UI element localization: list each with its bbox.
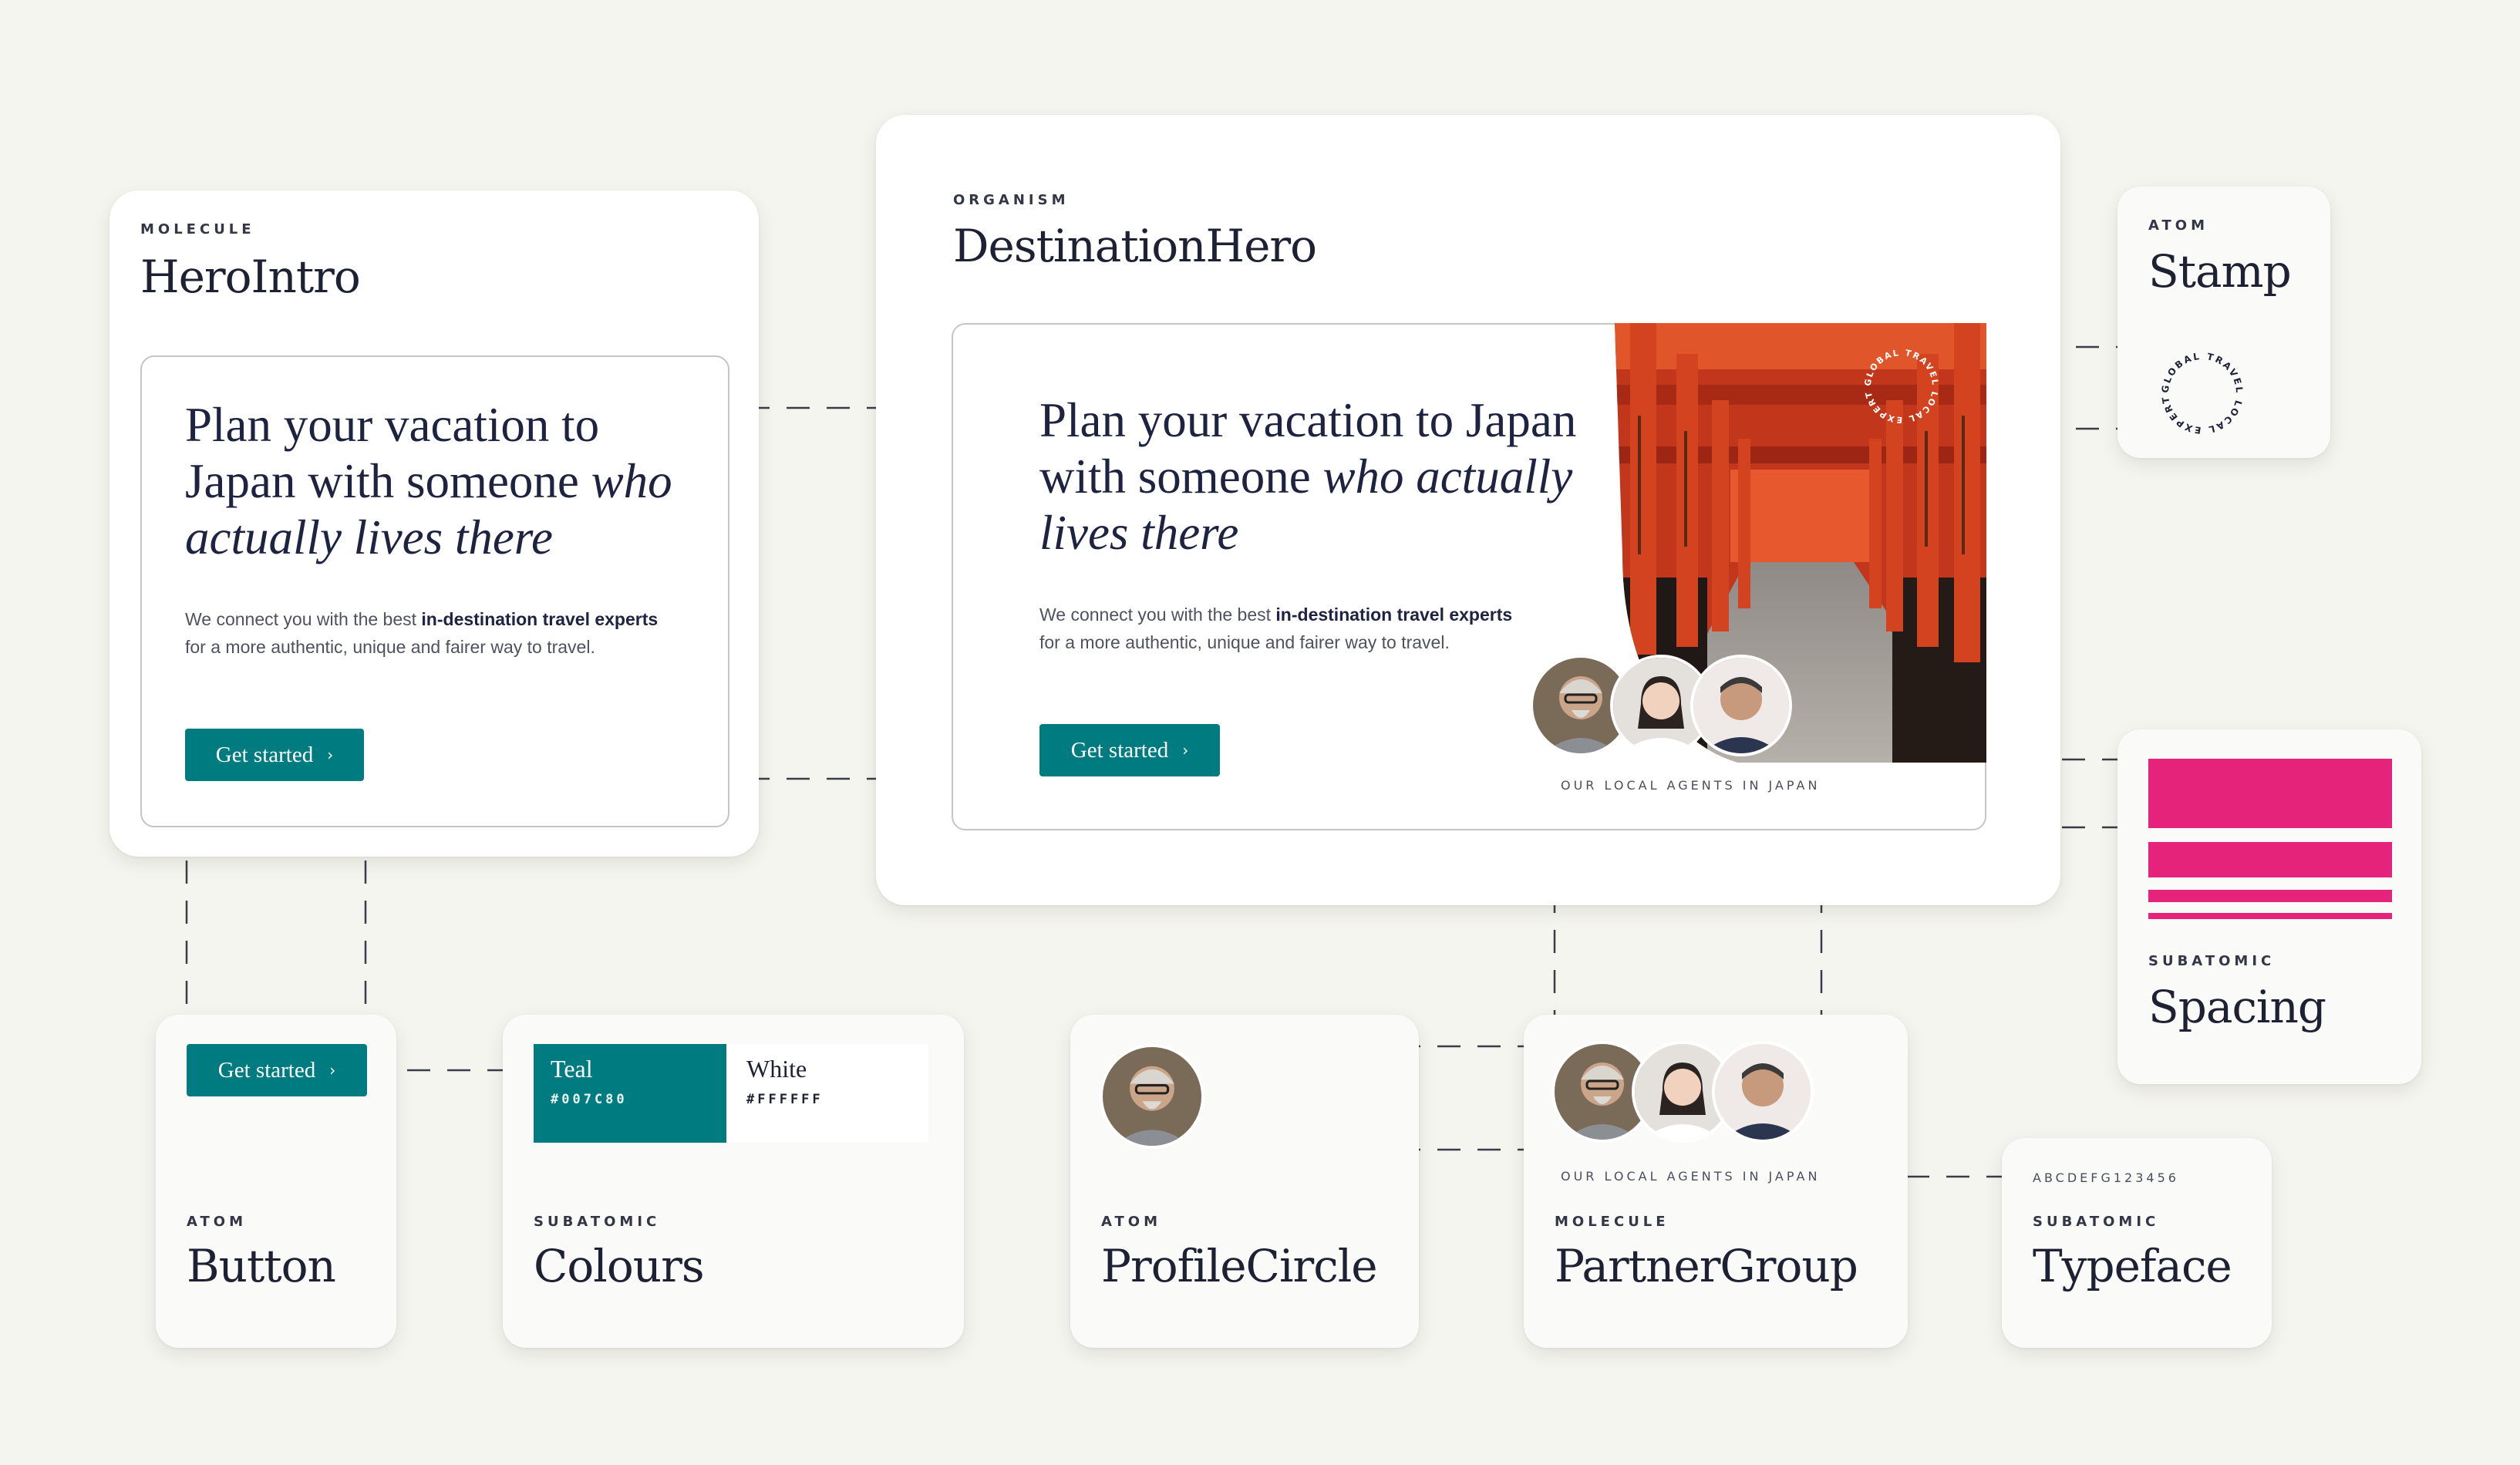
colours-card: Teal #007C80 White #FFFFFF SUBATOMIC Col… [503, 1015, 964, 1348]
svg-text:GLOBAL TRAVEL LOCAL EXPERTS: GLOBAL TRAVEL LOCAL EXPERTS [2148, 339, 2245, 436]
card-tag: SUBATOMIC [2033, 1214, 2160, 1230]
card-tag: ORGANISM [953, 192, 1070, 208]
hero-intro-frame: Plan your vacation to Japan with someone… [140, 355, 729, 827]
swatch-white: White #FFFFFF [726, 1044, 928, 1143]
profile-circle-card: ATOM ProfileCircle [1070, 1015, 1419, 1348]
card-tag: MOLECULE [140, 221, 255, 237]
button-label: Get started [1070, 737, 1169, 763]
get-started-button[interactable]: Get started › [1039, 724, 1220, 776]
card-tag: MOLECULE [1555, 1214, 1669, 1230]
destination-hero-card: ORGANISM DestinationHero Plan your vacat… [876, 115, 2060, 905]
hero-body-text: We connect you with the best in-destinat… [1039, 605, 1513, 652]
card-tag: ATOM [1101, 1214, 1162, 1230]
card-tag: SUBATOMIC [534, 1214, 661, 1230]
agents-caption: OUR LOCAL AGENTS IN JAPAN [1561, 778, 1821, 793]
card-title: PartnerGroup [1555, 1240, 1858, 1292]
button-label: Get started [217, 1057, 316, 1083]
card-tag: ATOM [187, 1214, 248, 1230]
swatch-teal: Teal #007C80 [534, 1044, 726, 1143]
card-title: Stamp [2148, 245, 2292, 298]
get-started-button[interactable]: Get started › [187, 1044, 367, 1096]
destination-hero-frame: Plan your vacation to Japan with someone… [952, 323, 1986, 830]
hero-intro-card: MOLECULE HeroIntro Plan your vacation to… [109, 190, 759, 857]
spacing-bar-small [2148, 890, 2392, 902]
partner-avatar-3 [1712, 1041, 1814, 1143]
button-label: Get started [215, 742, 314, 767]
spacing-card: SUBATOMIC Spacing [2117, 729, 2421, 1084]
card-title: ProfileCircle [1101, 1240, 1378, 1292]
stamp-badge: GLOBAL TRAVEL LOCAL EXPERTS [2148, 339, 2245, 436]
typeface-sample: ABCDEFG123456 [2033, 1170, 2179, 1185]
swatch-hex: #007C80 [551, 1092, 628, 1107]
svg-text:GLOBAL TRAVEL LOCAL EXPERTS: GLOBAL TRAVEL LOCAL EXPERTS [1855, 340, 1940, 425]
chevron-right-icon: › [1182, 741, 1189, 759]
card-title: DestinationHero [953, 220, 1317, 272]
card-title: Colours [534, 1240, 705, 1292]
card-tag: ATOM [2148, 217, 2209, 234]
profile-avatar [1100, 1044, 1204, 1149]
button-card: Get started › ATOM Button [156, 1015, 396, 1348]
stamp-text: GLOBAL TRAVEL LOCAL EXPERTS [2148, 339, 2243, 436]
card-title: Button [187, 1240, 336, 1292]
card-tag: SUBATOMIC [2148, 953, 2276, 969]
card-title: HeroIntro [140, 251, 361, 303]
swatch-name: White [746, 1055, 807, 1083]
spacing-bar-medium [2148, 842, 2392, 877]
stamp-card: ATOM Stamp GLOBAL TRAVEL LOCAL EXPERTS [2117, 187, 2330, 458]
card-title: Typeface [2033, 1240, 2232, 1292]
stamp-text: GLOBAL TRAVEL LOCAL EXPERTS [1855, 340, 1939, 425]
hero-headline: Plan your vacation to Japan with someone… [185, 398, 672, 564]
get-started-button[interactable]: Get started › [185, 729, 364, 781]
card-title: Spacing [2148, 981, 2326, 1033]
chevron-right-icon: › [327, 746, 334, 764]
stamp-badge: GLOBAL TRAVEL LOCAL EXPERTS [1855, 340, 1940, 425]
hero-headline: Plan your vacation to Japan with someone… [1039, 393, 1577, 560]
chevron-right-icon: › [329, 1061, 336, 1079]
swatch-name: Teal [551, 1055, 593, 1083]
partner-avatar-3 [1690, 655, 1792, 756]
hero-body-text: We connect you with the best in-destinat… [185, 609, 659, 657]
agents-caption: OUR LOCAL AGENTS IN JAPAN [1561, 1169, 1821, 1184]
typeface-card: ABCDEFG123456 SUBATOMIC Typeface [2002, 1138, 2272, 1348]
partner-group-card: OUR LOCAL AGENTS IN JAPAN MOLECULE Partn… [1524, 1015, 1908, 1348]
spacing-bar-large [2148, 759, 2392, 828]
spacing-bar-xsmall [2148, 913, 2392, 919]
swatch-hex: #FFFFFF [746, 1092, 824, 1107]
